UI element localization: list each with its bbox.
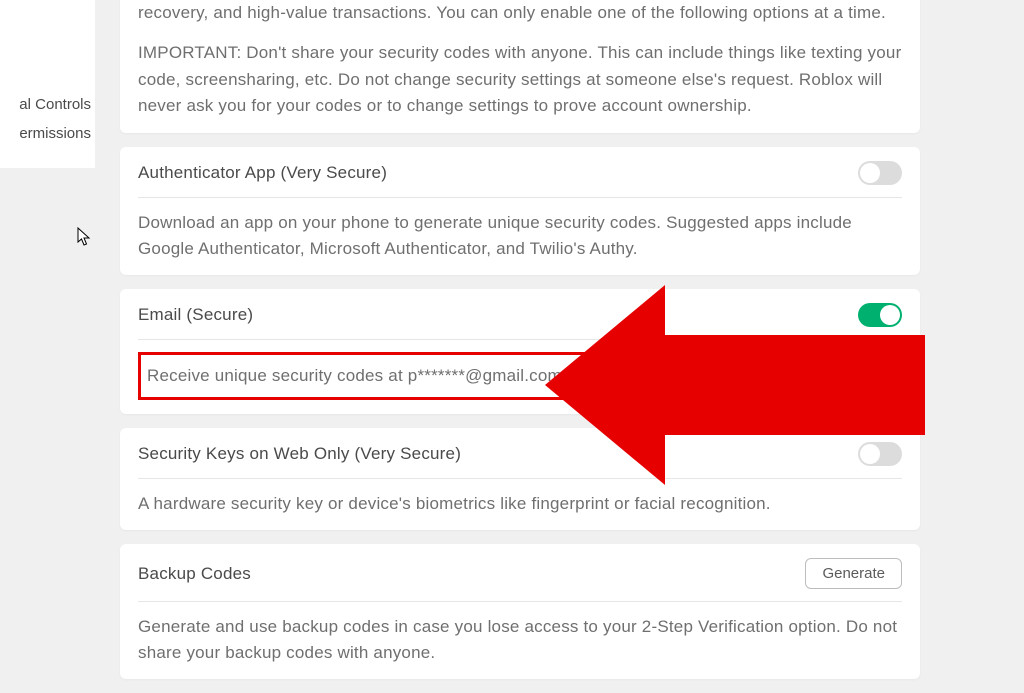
sidebar-item-permissions[interactable]: ermissions: [0, 119, 91, 148]
toggle-knob: [860, 444, 880, 464]
email-card: Email (Secure) Receive unique security c…: [120, 289, 920, 414]
security-keys-header: Security Keys on Web Only (Very Secure): [138, 442, 902, 479]
intro-text-2: IMPORTANT: Don't share your security cod…: [138, 40, 902, 119]
security-keys-desc: A hardware security key or device's biom…: [138, 479, 902, 517]
cursor-icon: [77, 227, 93, 247]
main-content: recovery, and high-value transactions. Y…: [120, 0, 920, 693]
authenticator-title: Authenticator App (Very Secure): [138, 163, 387, 183]
security-keys-title: Security Keys on Web Only (Very Secure): [138, 444, 461, 464]
authenticator-card: Authenticator App (Very Secure) Download…: [120, 147, 920, 275]
email-title: Email (Secure): [138, 305, 253, 325]
security-keys-toggle[interactable]: [858, 442, 902, 466]
authenticator-desc: Download an app on your phone to generat…: [138, 198, 902, 261]
intro-text-1: recovery, and high-value transactions. Y…: [138, 0, 902, 26]
generate-button[interactable]: Generate: [805, 558, 902, 589]
email-highlight-box: Receive unique security codes at p******…: [138, 352, 902, 400]
email-header: Email (Secure): [138, 303, 902, 340]
authenticator-header: Authenticator App (Very Secure): [138, 161, 902, 198]
sidebar: al Controls ermissions: [0, 0, 95, 168]
security-keys-card: Security Keys on Web Only (Very Secure) …: [120, 428, 920, 531]
intro-card: recovery, and high-value transactions. Y…: [120, 0, 920, 133]
sidebar-item-controls[interactable]: al Controls: [0, 90, 91, 119]
backup-header: Backup Codes Generate: [138, 558, 902, 602]
email-toggle[interactable]: [858, 303, 902, 327]
backup-title: Backup Codes: [138, 564, 251, 584]
toggle-knob: [880, 305, 900, 325]
authenticator-toggle[interactable]: [858, 161, 902, 185]
backup-desc: Generate and use backup codes in case yo…: [138, 602, 902, 665]
backup-card: Backup Codes Generate Generate and use b…: [120, 544, 920, 679]
email-desc: Receive unique security codes at p******…: [147, 363, 893, 389]
toggle-knob: [860, 163, 880, 183]
